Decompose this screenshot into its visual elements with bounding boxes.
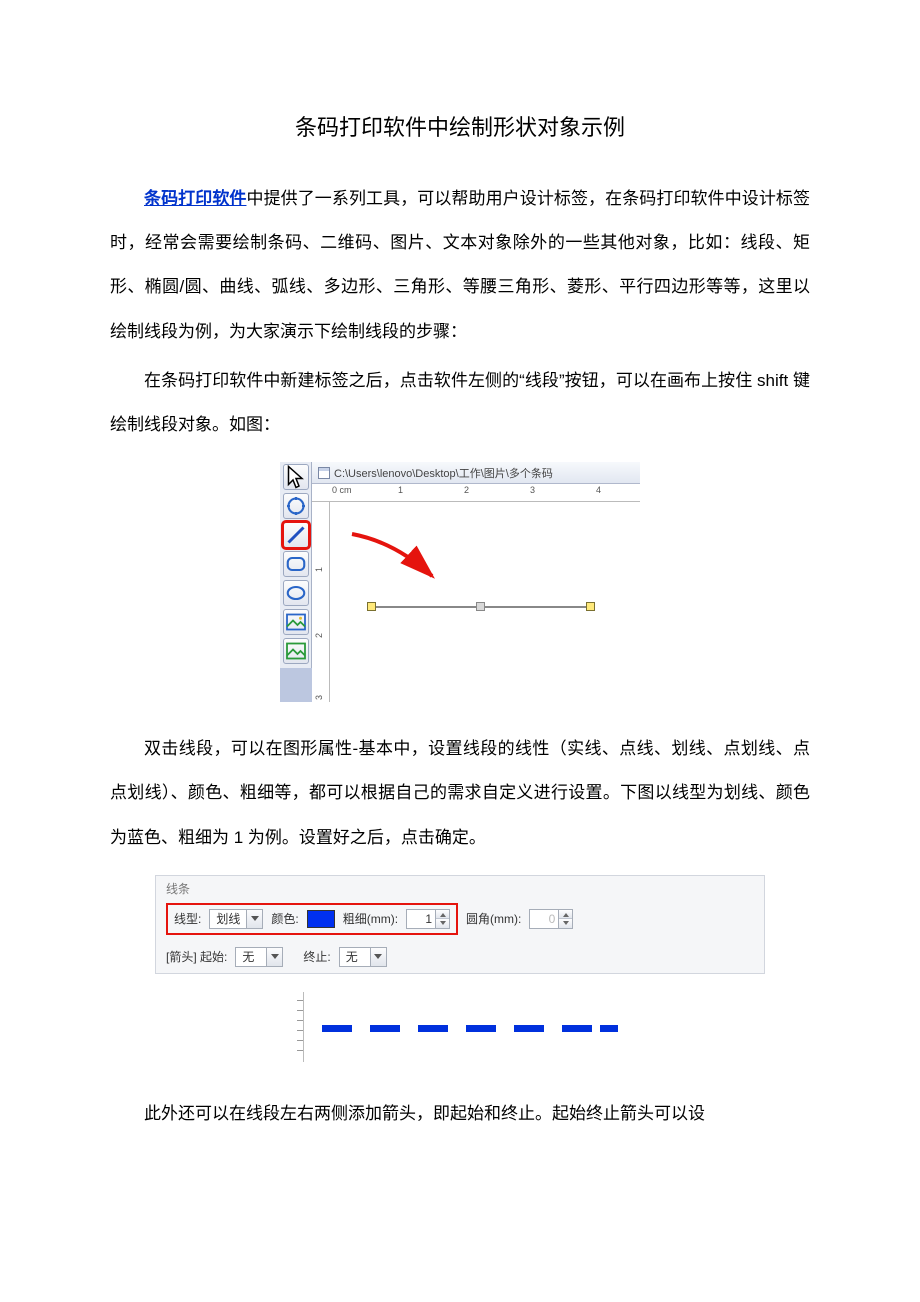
ruler-h-4: 4 — [596, 485, 601, 495]
ruler-h-1: 1 — [398, 485, 403, 495]
preview-ruler — [290, 992, 304, 1062]
tool-rounded-rect[interactable] — [283, 551, 309, 577]
paragraph-1: 条码打印软件中提供了一系列工具，可以帮助用户设计标签，在条码打印软件中设计标签时… — [110, 177, 810, 354]
arrow-end-combo[interactable]: 无 — [339, 947, 387, 967]
line-handle-mid[interactable] — [476, 602, 485, 611]
tool-line[interactable] — [283, 522, 309, 548]
arrow-start-combo[interactable]: 无 — [235, 947, 283, 967]
corner-label: 圆角(mm): — [466, 910, 521, 927]
tool-pointer[interactable] — [283, 464, 309, 490]
ruler-v-3: 3 — [314, 695, 324, 700]
tool-pan[interactable] — [283, 493, 309, 519]
line-type-label: 线型: — [174, 910, 201, 927]
page-title: 条码打印软件中绘制形状对象示例 — [110, 110, 810, 142]
paragraph-4: 此外还可以在线段左右两侧添加箭头，即起始和终止。起始终止箭头可以设 — [110, 1092, 810, 1136]
arrow-start-value: 无 — [236, 948, 266, 965]
paragraph-2: 在条码打印软件中新建标签之后，点击软件左侧的“线段”按钮，可以在画布上按住 sh… — [110, 359, 810, 447]
canvas-titlebar: C:\Users\lenovo\Desktop\工作\图片\多个条码 — [312, 462, 640, 484]
ruler-v-1: 1 — [314, 567, 324, 572]
ruler-h-3: 3 — [530, 485, 535, 495]
corner-value: 0 — [530, 910, 558, 928]
line-type-value: 划线 — [210, 910, 246, 927]
canvas-path: C:\Users\lenovo\Desktop\工作\图片\多个条码 — [334, 465, 553, 481]
thickness-label: 粗细(mm): — [343, 910, 398, 927]
document-page: 条码打印软件中绘制形状对象示例 条码打印软件中提供了一系列工具，可以帮助用户设计… — [0, 0, 920, 1201]
canvas-body[interactable] — [330, 502, 640, 702]
preview-canvas — [304, 992, 630, 1062]
canvas-area: C:\Users\lenovo\Desktop\工作\图片\多个条码 0 cm … — [312, 462, 640, 702]
spinner-buttons-2[interactable] — [558, 910, 572, 928]
arrow-end-label: 终止: — [303, 948, 330, 965]
figure-dashed-preview — [290, 992, 630, 1062]
highlighted-settings: 线型: 划线 颜色: 粗细(mm): 1 — [166, 903, 458, 935]
tool-ellipse[interactable] — [283, 580, 309, 606]
chevron-down-icon[interactable] — [246, 910, 262, 928]
window-icon — [318, 467, 330, 479]
paragraph-1-body: 中提供了一系列工具，可以帮助用户设计标签，在条码打印软件中设计标签时，经常会需要… — [110, 189, 810, 341]
tool-image[interactable] — [283, 609, 309, 635]
thickness-value: 1 — [407, 910, 435, 928]
dash-segment — [466, 1025, 496, 1032]
paragraph-3: 双击线段，可以在图形属性-基本中，设置线段的线性（实线、点线、划线、点划线、点点… — [110, 727, 810, 860]
drawn-line[interactable] — [372, 606, 590, 608]
ruler-vertical: 1 2 3 — [312, 502, 330, 702]
spinner-buttons[interactable] — [435, 910, 449, 928]
arrow-end-value: 无 — [340, 948, 370, 965]
corner-spin[interactable]: 0 — [529, 909, 573, 929]
line-type-combo[interactable]: 划线 — [209, 909, 263, 929]
ruler-h-2: 2 — [464, 485, 469, 495]
tool-image-2[interactable] — [283, 638, 309, 664]
panel-group-label: 线条 — [156, 876, 764, 897]
ruler-horizontal: 0 cm 1 2 3 4 — [312, 484, 640, 502]
annotation-arrow-icon — [350, 532, 440, 587]
line-handle-start[interactable] — [367, 602, 376, 611]
ruler-v-2: 2 — [314, 633, 324, 638]
dash-segment — [370, 1025, 400, 1032]
dash-segment — [514, 1025, 544, 1032]
dash-segment — [322, 1025, 352, 1032]
color-swatch[interactable] — [307, 910, 335, 928]
panel-row-2: [箭头] 起始: 无 终止: 无 — [156, 941, 764, 973]
line-handle-end[interactable] — [586, 602, 595, 611]
panel-row-1: 线型: 划线 颜色: 粗细(mm): 1 圆角(mm): 0 — [156, 897, 764, 941]
dash-segment — [418, 1025, 448, 1032]
dash-segment — [562, 1025, 592, 1032]
figure-canvas-screenshot: C:\Users\lenovo\Desktop\工作\图片\多个条码 0 cm … — [280, 462, 640, 702]
chevron-down-icon[interactable] — [266, 948, 282, 966]
arrow-start-label: [箭头] 起始: — [166, 948, 227, 965]
dash-segment — [600, 1025, 618, 1032]
figure-line-properties: 线条 线型: 划线 颜色: 粗细(mm): 1 圆角(mm): 0 — [155, 875, 765, 974]
ruler-h-unit: 0 cm — [332, 485, 352, 495]
color-label: 颜色: — [271, 910, 298, 927]
barcode-software-link[interactable]: 条码打印软件 — [144, 189, 246, 208]
chevron-down-icon[interactable] — [370, 948, 386, 966]
thickness-spin[interactable]: 1 — [406, 909, 450, 929]
tool-toolbar — [280, 462, 312, 668]
